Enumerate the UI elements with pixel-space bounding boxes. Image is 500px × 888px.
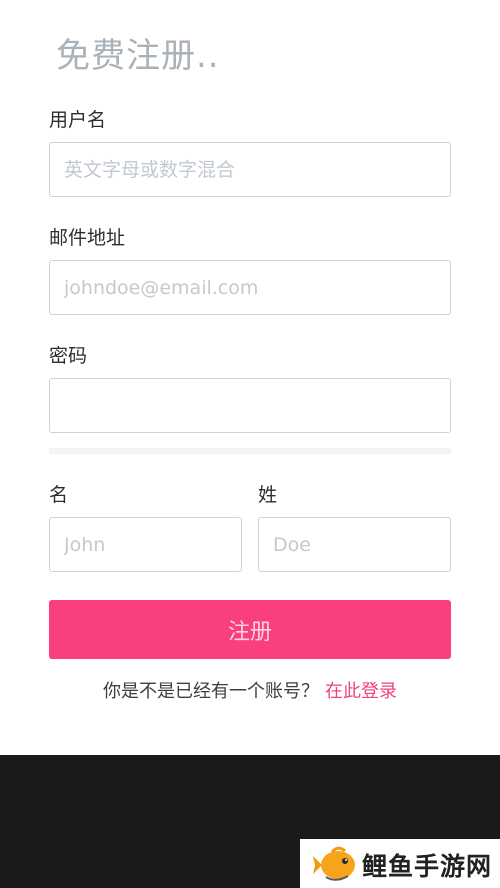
login-prompt-text: 你是不是已经有一个账号？ [103,681,319,702]
fish-icon [313,846,355,881]
email-input[interactable] [49,260,451,315]
login-prompt-row: 你是不是已经有一个账号？ 在此登录 [0,677,500,703]
first-name-input[interactable] [49,517,242,572]
watermark-text: 鲤鱼手游网 [362,852,493,881]
password-label: 密码 [49,345,88,367]
password-input[interactable] [49,378,451,433]
email-label: 邮件地址 [49,227,126,249]
last-name-input[interactable] [258,517,451,572]
watermark: 鲤鱼手游网 [300,839,500,888]
first-name-label: 名 [49,484,69,506]
password-strength-bar [49,448,451,454]
last-name-label: 姓 [258,484,278,506]
page-title: 免费注册.. [56,36,220,76]
login-link[interactable]: 在此登录 [325,681,397,702]
signup-form: 免费注册.. 用户名 邮件地址 密码 名 姓 注册 你是不是已经有一个账号？ 在此… [0,0,500,755]
username-label: 用户名 [49,109,107,131]
username-input[interactable] [49,142,451,197]
signup-button[interactable]: 注册 [49,600,451,659]
